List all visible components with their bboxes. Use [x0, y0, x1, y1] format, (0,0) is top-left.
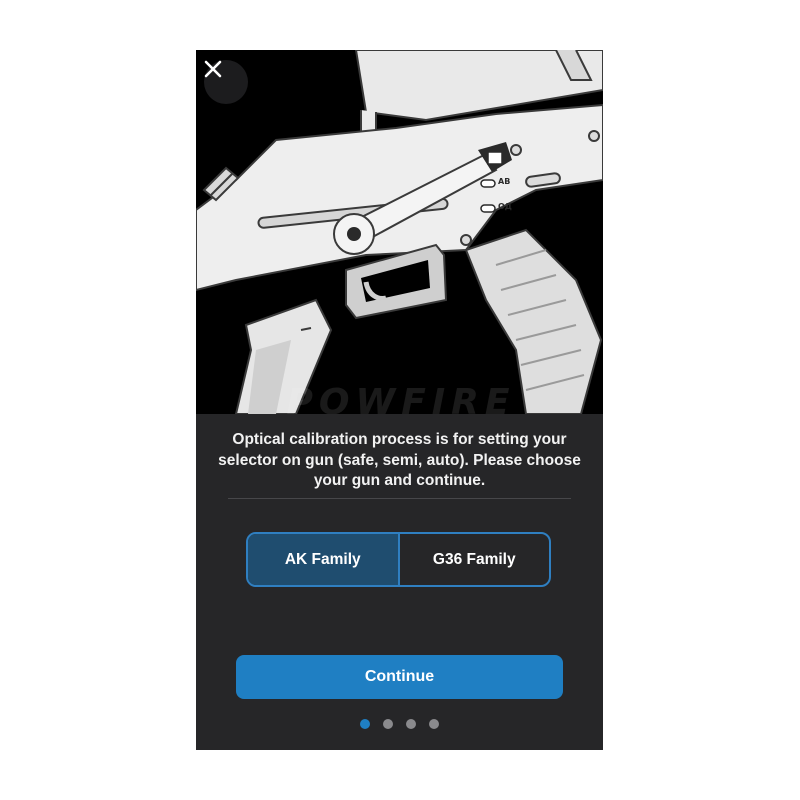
- page-dot-2[interactable]: [383, 719, 393, 729]
- divider: [228, 498, 571, 499]
- close-icon: [204, 60, 222, 78]
- continue-button[interactable]: Continue: [236, 655, 563, 699]
- ak-family-option[interactable]: AK Family: [248, 534, 398, 585]
- calibration-description: Optical calibration process is for setti…: [218, 431, 581, 489]
- rifle-drawing: AB ОД: [196, 50, 603, 414]
- gun-family-selector: AK Family G36 Family: [246, 532, 551, 587]
- g36-family-option[interactable]: G36 Family: [397, 534, 550, 585]
- page-dot-4[interactable]: [429, 719, 439, 729]
- rifle-illustration: AB ОД POWFIRE: [196, 50, 603, 414]
- svg-text:ОД: ОД: [498, 202, 512, 211]
- page-indicator: [196, 719, 603, 729]
- calibration-screen: AB ОД POWFIRE Optical calibration proces…: [196, 50, 603, 750]
- page-dot-3[interactable]: [406, 719, 416, 729]
- brand-watermark: POWFIRE: [286, 382, 516, 414]
- page-dot-1[interactable]: [360, 719, 370, 729]
- svg-text:AB: AB: [498, 177, 510, 186]
- close-button[interactable]: [204, 60, 248, 104]
